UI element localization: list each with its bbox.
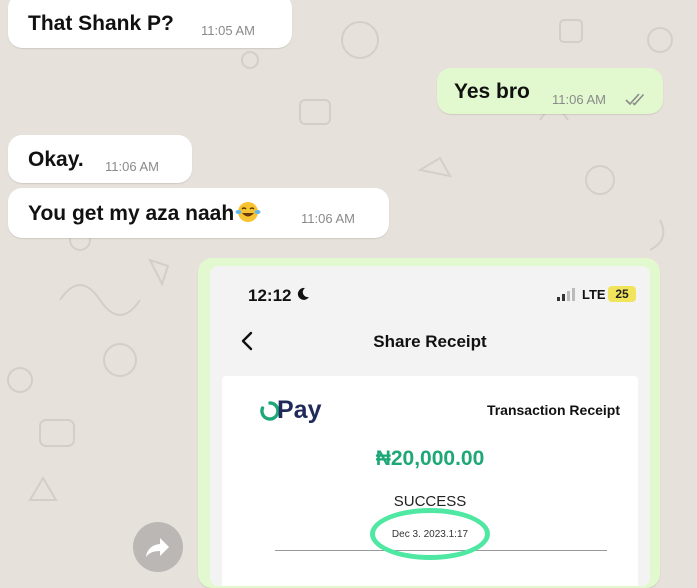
highlight-circle [370,508,490,560]
message-timestamp: 11:06 AM [552,92,606,107]
message-timestamp: 11:06 AM [301,211,355,226]
moon-icon [297,287,309,300]
brand-name: Pay [277,396,322,424]
message-bubble-incoming[interactable]: Okay. 11:06 AM [8,135,192,183]
message-text-content: You get my aza naah [28,202,235,225]
network-label: LTE [582,287,606,302]
status-bar-time: 12:12 [248,286,292,305]
signal-icon [557,288,575,301]
message-timestamp: 11:06 AM [105,159,159,174]
message-text: You get my aza naah [28,201,261,226]
forward-icon [146,538,169,557]
message-timestamp: 11:05 AM [201,23,255,38]
emoji-laughing-icon [235,201,261,223]
message-bubble-incoming[interactable]: You get my aza naah 11:06 AM [8,188,389,238]
transaction-amount: ₦20,000.00 [375,447,485,470]
message-text: Okay. [28,148,84,171]
message-bubble-incoming[interactable]: That Shank P? 11:05 AM [8,0,292,48]
message-text: Yes bro [454,80,530,103]
nav-title: Share Receipt [373,332,487,351]
double-check-icon [625,93,645,106]
forward-button[interactable] [133,522,183,572]
message-bubble-outgoing[interactable]: Yes bro 11:06 AM [437,68,663,114]
receipt-title: Transaction Receipt [486,402,620,418]
battery-indicator: 25 [608,286,636,302]
message-text: That Shank P? [28,12,174,35]
